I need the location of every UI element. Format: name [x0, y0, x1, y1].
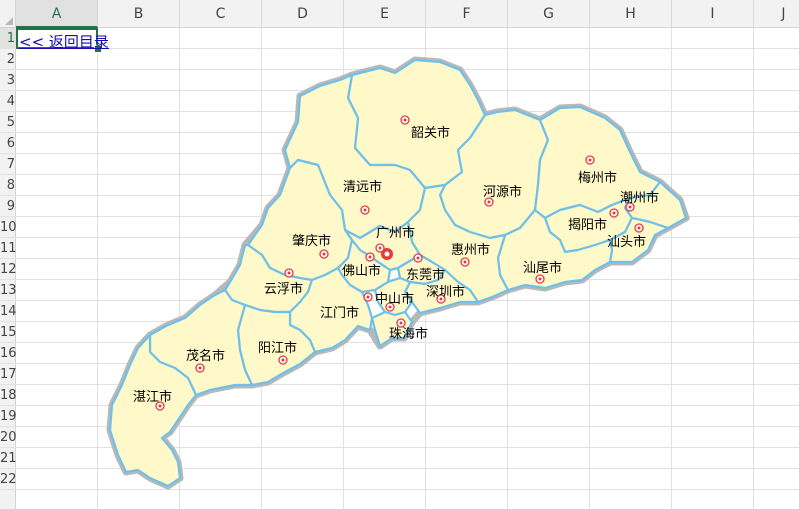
city-marker-center — [322, 252, 326, 256]
city-label: 珠海市 — [389, 326, 428, 342]
city-label: 茂名市 — [186, 348, 225, 364]
city-label: 阳江市 — [258, 340, 297, 356]
city-label: 深圳市 — [426, 284, 465, 300]
city-label: 梅州市 — [578, 170, 617, 186]
city-label: 东莞市 — [406, 267, 445, 283]
city-marker-center — [287, 271, 291, 275]
city-label: 惠州市 — [451, 242, 490, 258]
city-label: 清远市 — [343, 179, 382, 195]
city-label: 广州市 — [376, 225, 415, 241]
city-marker-center — [281, 358, 285, 362]
back-to-index-link[interactable]: << 返回目录 — [19, 31, 109, 52]
city-label: 佛山市 — [342, 263, 381, 279]
city-label: 江门市 — [320, 305, 359, 321]
city-label: 湛江市 — [133, 389, 172, 405]
city-label: 潮州市 — [620, 190, 659, 206]
city-label: 肇庆市 — [292, 233, 331, 249]
city-marker-center — [399, 321, 403, 325]
city-marker-center — [368, 255, 372, 259]
city-marker-center — [588, 158, 592, 162]
city-marker-center — [487, 200, 491, 204]
city-marker-center — [538, 277, 542, 281]
city-marker-center — [378, 246, 382, 250]
spreadsheet: ABCDEFGHIJ 1 2 3 4 5 6 7 8 9 10 11 12 13 14 15 16 17 18 19… — [0, 0, 799, 509]
city-marker-center — [612, 211, 616, 215]
city-marker-center — [363, 208, 367, 212]
city-label: 河源市 — [483, 184, 522, 200]
city-label: 云浮市 — [264, 281, 303, 297]
guangdong-map: 韶关市清远市 河源市 梅州市潮州市揭阳市汕头市汕尾市 惠州市 广州市肇庆市佛山市 东莞市深… — [106, 56, 690, 490]
capital-marker-inner — [384, 251, 390, 257]
city-label: 揭阳市 — [568, 217, 607, 233]
city-marker-center — [416, 256, 420, 260]
city-marker-center — [198, 366, 202, 370]
city-label: 汕头市 — [607, 234, 646, 250]
city-marker-center — [403, 118, 407, 122]
city-label: 中山市 — [375, 291, 414, 307]
city-label: 韶关市 — [411, 125, 450, 141]
city-marker-center — [463, 260, 467, 264]
city-marker-center — [637, 226, 641, 230]
city-label: 汕尾市 — [523, 260, 562, 276]
city-marker-center — [366, 295, 370, 299]
